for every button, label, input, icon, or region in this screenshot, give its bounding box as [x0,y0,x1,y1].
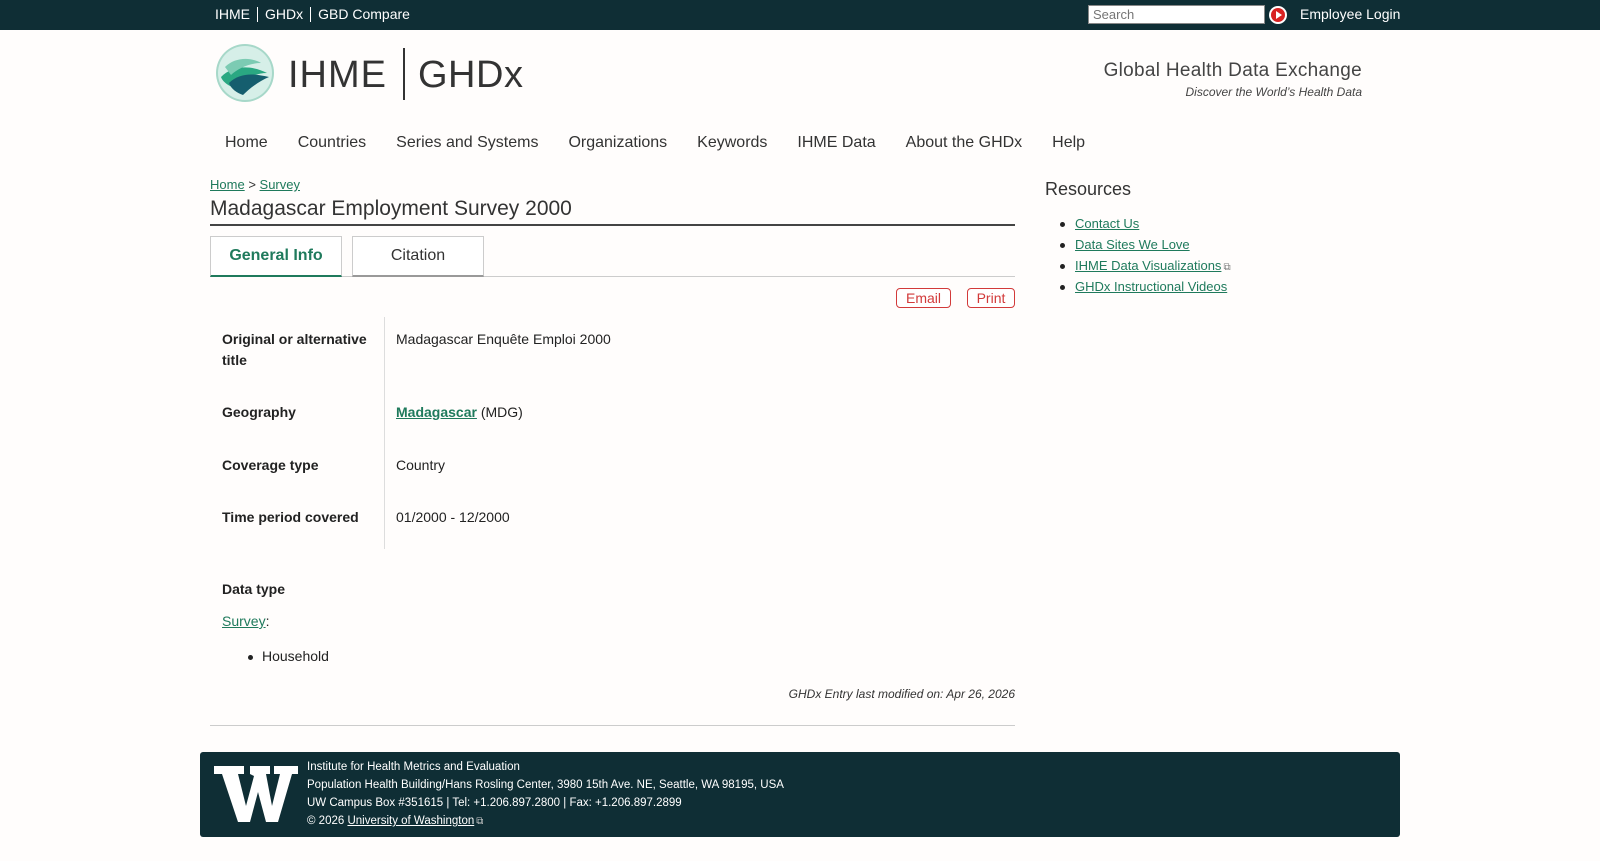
email-button[interactable]: Email [896,288,951,308]
footer-contact: UW Campus Box #351615 | Tel: +1.206.897.… [307,797,682,809]
data-type-survey-link[interactable]: Survey [222,613,266,629]
instructional-videos-link[interactable]: GHDx Instructional Videos [1075,279,1227,294]
tab-general-info[interactable]: General Info [210,236,342,277]
main-nav: Home Countries Series and Systems Organi… [210,134,1100,152]
geography-code: (MDG) [480,404,523,420]
ihme-logo-icon[interactable] [215,43,275,103]
site-link-ghdx[interactable]: GHDx [258,6,310,22]
period-value: 01/2000 - 12/2000 [396,509,510,525]
data-type-value: Survey: [222,613,270,629]
list-item: IHME Data Visualizations ⧉ [1060,255,1231,276]
data-sites-link[interactable]: Data Sites We Love [1075,237,1190,252]
resources-title: Resources [1045,179,1132,199]
top-bar: IHME GHDx GBD Compare Employee Login [0,0,1600,30]
data-type-item: Household [248,646,329,667]
field-divider [384,317,385,549]
print-button[interactable]: Print [967,288,1015,308]
coverage-label: Coverage type [222,457,319,473]
tab-bar: General Info Citation [210,236,1015,277]
tab-citation[interactable]: Citation [352,236,484,277]
geography-value: Madagascar (MDG) [396,402,523,423]
logo-ihme-text[interactable]: IHME [288,54,387,97]
footer-copyright-line: © 2026 University of Washington ⧉ [307,812,784,831]
list-item: Data Sites We Love [1060,234,1231,255]
contact-us-link[interactable]: Contact Us [1075,216,1139,231]
footer-address: Population Health Building/Hans Rosling … [307,779,784,791]
external-link-icon: ⧉ [476,816,484,827]
nav-item-about[interactable]: About the GHDx [891,134,1038,152]
list-item: Contact Us [1060,213,1231,234]
logo-divider [403,48,405,100]
nav-item-keywords[interactable]: Keywords [682,134,782,152]
uw-logo-icon[interactable] [214,762,298,826]
footer-copyright: © 2026 [307,815,345,827]
last-modified: GHDx Entry last modified on: Apr 26, 202… [788,687,1015,701]
footer-org: Institute for Health Metrics and Evaluat… [307,761,520,773]
data-type-label: Data type [222,581,286,597]
list-item: GHDx Instructional Videos [1060,276,1231,297]
breadcrumb-survey-link[interactable]: Survey [260,177,300,192]
nav-item-organizations[interactable]: Organizations [553,134,682,152]
nav-item-help[interactable]: Help [1037,134,1100,152]
geography-label: Geography [222,404,296,420]
site-link-gbd-compare[interactable]: GBD Compare [311,6,417,22]
search-input[interactable] [1088,5,1265,24]
breadcrumb-separator: > [248,177,256,192]
search-submit-icon[interactable] [1269,6,1287,24]
site-subtagline: Discover the World’s Health Data [1185,85,1362,99]
period-label: Time period covered [222,509,359,525]
nav-item-countries[interactable]: Countries [283,134,381,152]
page-title: Madagascar Employment Survey 2000 [210,197,1015,226]
site-tagline: Global Health Data Exchange [1103,60,1362,81]
site-link-ihme[interactable]: IHME [208,6,257,22]
external-link-icon: ⧉ [1223,262,1231,273]
alt-title-value: Madagascar Enquête Emploi 2000 [396,331,611,347]
coverage-value: Country [396,457,446,473]
nav-item-ihme-data[interactable]: IHME Data [782,134,890,152]
footer-text: Institute for Health Metrics and Evaluat… [307,758,784,831]
footer: Institute for Health Metrics and Evaluat… [200,752,1400,837]
employee-login-link[interactable]: Employee Login [1300,6,1400,22]
resources-list: Contact Us Data Sites We Love IHME Data … [1060,213,1231,297]
ihme-viz-link[interactable]: IHME Data Visualizations [1075,258,1221,273]
breadcrumb: Home > Survey [210,177,300,192]
breadcrumb-home-link[interactable]: Home [210,177,245,192]
uw-link[interactable]: University of Washington [347,815,474,827]
sites-nav: IHME GHDx GBD Compare [208,6,417,22]
geography-link[interactable]: Madagascar [396,404,477,420]
divider [210,725,1015,726]
nav-item-home[interactable]: Home [210,134,283,152]
nav-item-series-and-systems[interactable]: Series and Systems [381,134,553,152]
logo-ghdx-text[interactable]: GHDx [418,54,523,97]
alt-title-label: Original or alternative title [222,331,367,368]
